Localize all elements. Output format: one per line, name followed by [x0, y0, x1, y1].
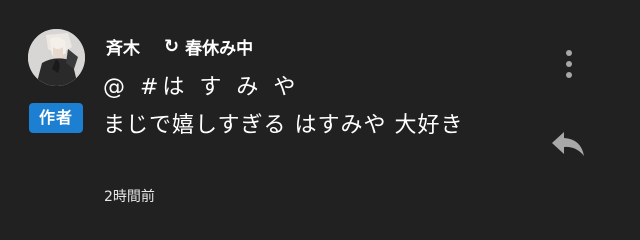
more-options-button[interactable] — [556, 48, 582, 82]
comment-header: 斉木 ↻ 春休み中 — [106, 34, 253, 59]
vertical-dots-icon — [566, 72, 572, 78]
author-badge: 作者 — [29, 103, 83, 133]
avatar-photo-icon — [28, 29, 85, 86]
reply-to-icon: ↻ — [164, 35, 180, 57]
comment-text-line-2: まじで嬉しすぎる はすみや 大好き — [103, 113, 464, 138]
comment-text-line-1: @ #は す み や — [103, 75, 300, 100]
comment-timestamp: 2時間前 — [104, 189, 155, 205]
avatar[interactable] — [28, 29, 85, 86]
author-name[interactable]: 斉木 — [106, 34, 140, 59]
reply-arrow-icon — [552, 132, 584, 156]
reply-button[interactable] — [550, 128, 588, 160]
reply-to-name[interactable]: 春休み中 — [185, 34, 253, 59]
vertical-dots-icon — [566, 50, 572, 56]
vertical-dots-icon — [566, 61, 572, 67]
